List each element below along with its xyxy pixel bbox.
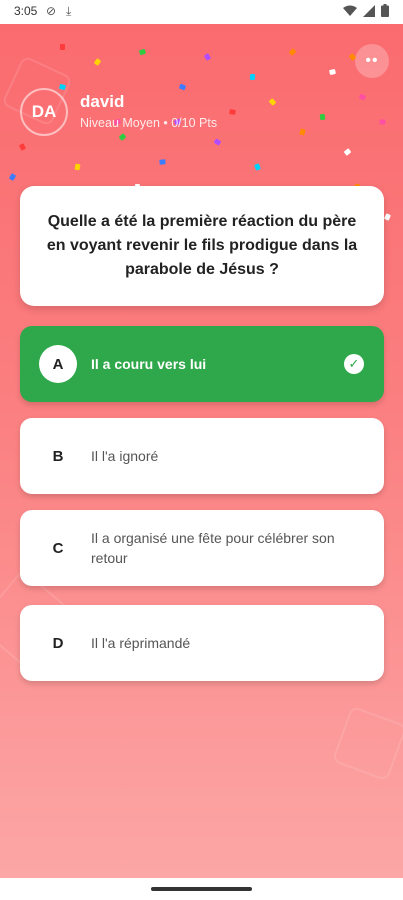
user-level: Niveau Moyen • 0/10 Pts	[80, 116, 218, 130]
confetti-piece	[383, 213, 392, 221]
confetti-piece	[213, 138, 222, 146]
confetti-piece	[60, 44, 65, 50]
confetti-piece	[58, 83, 67, 91]
battery-icon	[381, 4, 389, 17]
option-letter: C	[52, 539, 64, 557]
option-a[interactable]: A Il a couru vers lui ✓	[20, 326, 384, 402]
menu-button[interactable]: ••	[355, 44, 389, 78]
status-icons	[343, 4, 389, 17]
more-dots-icon: ••	[365, 52, 379, 69]
option-letter: A	[39, 345, 77, 383]
quiz-screen: •• DA david Niveau Moyen • 0/10 Pts Quel…	[0, 24, 403, 878]
signal-icon	[363, 4, 375, 17]
confetti-piece	[343, 148, 352, 156]
confetti-piece	[268, 98, 277, 106]
option-text: Il l'a réprimandé	[91, 635, 191, 651]
user-name: david	[80, 92, 125, 111]
do-not-disturb-icon: ⊘	[46, 4, 57, 18]
wifi-icon	[343, 5, 357, 16]
confetti-piece	[288, 48, 297, 56]
question-text: Quelle a été la première réaction du pèr…	[46, 213, 358, 278]
confetti-piece	[299, 128, 306, 136]
option-letter: B	[52, 447, 64, 465]
status-bar: 3:05 ⊘ ⤓	[0, 0, 403, 24]
confetti-piece	[159, 159, 166, 165]
confetti-piece	[249, 73, 256, 81]
confetti-piece	[138, 48, 147, 56]
option-c[interactable]: C Il a organisé une fête pour célébrer s…	[20, 510, 384, 586]
question-card: Quelle a été la première réaction du pèr…	[20, 186, 384, 306]
confetti-piece	[319, 113, 326, 121]
avatar-initials: DA	[31, 102, 57, 121]
home-gesture-pill[interactable]	[151, 887, 252, 891]
confetti-piece	[8, 173, 17, 181]
confetti-piece	[203, 53, 212, 61]
avatar: DA	[20, 88, 68, 136]
option-letter: D	[52, 634, 64, 652]
confetti-piece	[229, 109, 236, 115]
option-text: Il a couru vers lui	[91, 356, 207, 372]
option-d[interactable]: D Il l'a réprimandé	[20, 605, 384, 681]
confetti-piece	[74, 163, 81, 171]
confetti-piece	[358, 93, 367, 101]
option-b[interactable]: B Il l'a ignoré	[20, 418, 384, 494]
confetti-piece	[329, 68, 336, 76]
option-text: Il a organisé une fête pour célébrer son…	[91, 530, 335, 566]
confetti-piece	[254, 163, 261, 171]
confetti-piece	[93, 58, 102, 66]
status-time: 3:05	[14, 4, 38, 18]
confetti-piece	[18, 143, 27, 151]
download-icon: ⤓	[66, 4, 72, 18]
option-text: Il l'a ignoré	[91, 448, 159, 464]
confetti-piece	[118, 133, 127, 141]
check-circle-icon: ✓	[344, 354, 364, 374]
background-shape	[331, 705, 403, 782]
confetti-piece	[379, 119, 386, 125]
confetti-piece	[178, 83, 187, 91]
navigation-bar	[0, 878, 403, 900]
